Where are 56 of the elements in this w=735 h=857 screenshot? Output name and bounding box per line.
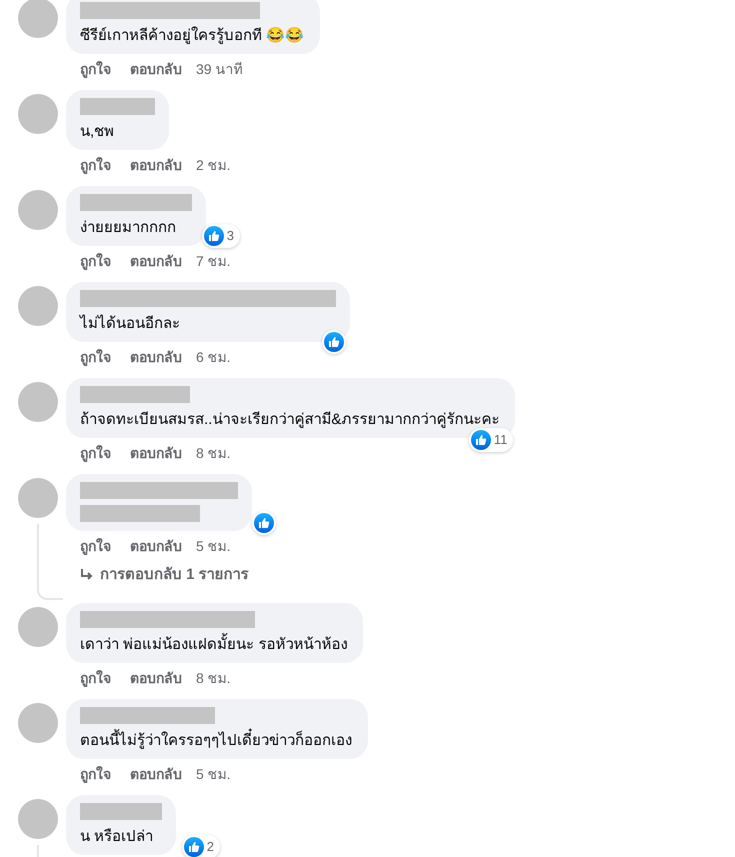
comment-text: เดาว่า พ่อแม่น้องแฝดมั้ยนะ รอหัวหน้าห้อง bbox=[80, 634, 350, 656]
like-link[interactable]: ถูกใจ bbox=[80, 536, 111, 557]
comment-text: ซีรีย์เกาหลีค้างอยู่ใครรู้บอกที 😂😂 bbox=[80, 26, 306, 46]
avatar[interactable] bbox=[18, 606, 58, 646]
like-link[interactable]: ถูกใจ bbox=[80, 59, 111, 80]
comment-text: น,ชพ bbox=[80, 122, 116, 142]
avatar[interactable] bbox=[18, 702, 58, 742]
reaction-badge[interactable]: 11 bbox=[468, 428, 514, 452]
timestamp[interactable]: 8 ชม. bbox=[196, 668, 231, 688]
reaction-count: 11 bbox=[494, 431, 508, 450]
timestamp[interactable]: 7 ชม. bbox=[196, 251, 231, 272]
avatar[interactable] bbox=[18, 190, 58, 230]
avatar[interactable] bbox=[18, 798, 58, 838]
reaction-badge[interactable] bbox=[322, 330, 346, 354]
like-link[interactable]: ถูกใจ bbox=[80, 251, 111, 272]
comment-text: ถ้าจดทะเบียนสมรส..น่าจะเรียกว่าคู่สามี&ภรรยามากกว่าคู่รักนะคะ bbox=[80, 410, 500, 430]
avatar[interactable] bbox=[18, 286, 58, 326]
timestamp[interactable]: 39 นาที bbox=[196, 59, 242, 80]
reply-link[interactable]: ตอบกลับ bbox=[130, 668, 182, 688]
reaction-badge[interactable] bbox=[252, 511, 276, 535]
reaction-count: 3 bbox=[226, 227, 235, 246]
reply-link[interactable]: ตอบกลับ bbox=[130, 347, 182, 368]
reply-link[interactable]: ตอบกลับ bbox=[130, 155, 182, 176]
like-icon bbox=[254, 513, 274, 533]
avatar[interactable] bbox=[18, 382, 58, 422]
timestamp[interactable]: 5 ชม. bbox=[196, 536, 231, 557]
avatar[interactable] bbox=[18, 478, 58, 518]
reaction-badge[interactable]: 2 bbox=[182, 834, 220, 857]
like-link[interactable]: ถูกใจ bbox=[80, 668, 111, 688]
timestamp[interactable]: 2 ชม. bbox=[196, 155, 231, 176]
avatar[interactable] bbox=[18, 0, 58, 38]
avatar[interactable] bbox=[18, 94, 58, 134]
reply-link[interactable]: ตอบกลับ bbox=[130, 59, 182, 80]
comment-text: น หรือเปล่า bbox=[80, 826, 154, 846]
like-icon bbox=[204, 226, 224, 246]
view-replies-link[interactable]: การตอบกลับ 1 รายการ bbox=[80, 564, 249, 586]
reply-link[interactable]: ตอบกลับ bbox=[130, 251, 182, 272]
like-icon bbox=[470, 430, 491, 450]
like-link[interactable]: ถูกใจ bbox=[80, 347, 111, 368]
timestamp[interactable]: 5 ชม. bbox=[196, 764, 231, 784]
like-link[interactable]: ถูกใจ bbox=[80, 155, 111, 176]
like-link[interactable]: ถูกใจ bbox=[80, 443, 111, 464]
timestamp[interactable]: 8 ชม. bbox=[196, 443, 231, 464]
comment-text: ง่ายยยมากกกก bbox=[80, 218, 177, 238]
like-icon bbox=[184, 836, 204, 856]
reaction-badge[interactable]: 3 bbox=[202, 224, 240, 248]
timestamp[interactable]: 6 ชม. bbox=[196, 347, 231, 368]
reaction-count: 2 bbox=[206, 838, 215, 856]
reply-link[interactable]: ตอบกลับ bbox=[130, 536, 182, 557]
reply-link[interactable]: ตอบกลับ bbox=[130, 764, 182, 784]
reply-link[interactable]: ตอบกลับ bbox=[130, 443, 182, 464]
like-icon bbox=[324, 332, 344, 352]
like-link[interactable]: ถูกใจ bbox=[80, 764, 111, 784]
comment-text: ไม่ได้นอนอีกละ bbox=[80, 314, 181, 334]
reply-arrow-icon bbox=[80, 568, 94, 582]
comment-text: ตอนนี้ไม่รู้ว่าใครรอๆๆไปเดี๋ยวข่าวก็ออกเอง bbox=[80, 730, 354, 752]
